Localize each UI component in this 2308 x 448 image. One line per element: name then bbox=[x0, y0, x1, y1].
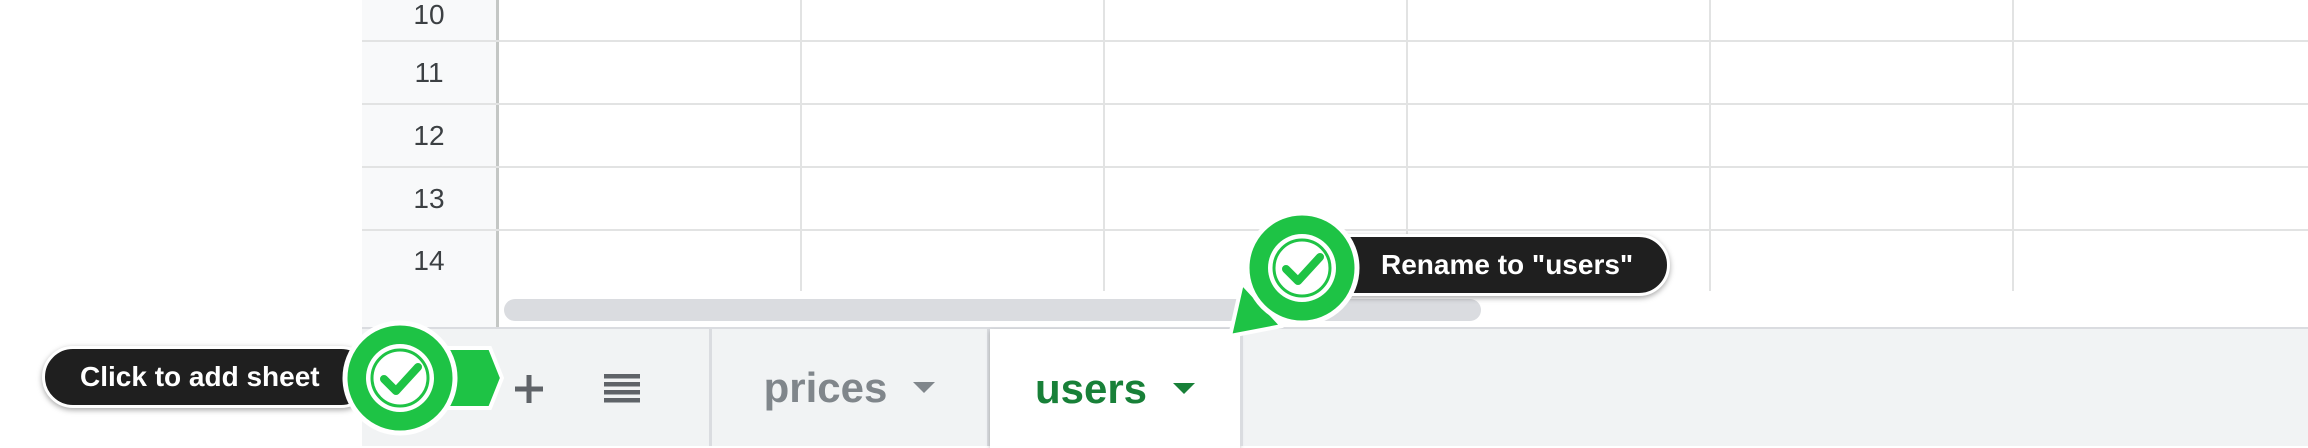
cell[interactable] bbox=[802, 231, 1105, 291]
cell[interactable] bbox=[2014, 105, 2308, 166]
sheet-list-icon bbox=[604, 374, 640, 403]
checkmark-icon bbox=[1228, 210, 1360, 338]
sheet-tab-prices[interactable]: prices bbox=[712, 329, 987, 446]
checkmark-icon bbox=[342, 320, 505, 436]
sheet-tab-bar: prices users bbox=[362, 327, 2308, 448]
plus-icon bbox=[515, 375, 543, 403]
annotation-text: Click to add sheet bbox=[80, 361, 320, 392]
cell[interactable] bbox=[802, 0, 1105, 40]
cell[interactable] bbox=[802, 168, 1105, 229]
cell[interactable] bbox=[1711, 42, 2014, 103]
cell[interactable] bbox=[499, 168, 802, 229]
row-header[interactable]: 11 bbox=[362, 42, 499, 103]
cell[interactable] bbox=[499, 0, 802, 40]
tab-divider bbox=[1240, 329, 1243, 446]
cell[interactable] bbox=[1408, 42, 1711, 103]
grid-row: 11 bbox=[362, 42, 2308, 105]
cell[interactable] bbox=[802, 42, 1105, 103]
cell[interactable] bbox=[499, 105, 802, 166]
cell[interactable] bbox=[2014, 231, 2308, 291]
grid-row: 12 bbox=[362, 105, 2308, 168]
cell[interactable] bbox=[1408, 105, 1711, 166]
row-header[interactable]: 10 bbox=[362, 0, 499, 40]
cell[interactable] bbox=[2014, 168, 2308, 229]
sheet-tab-users[interactable]: users bbox=[990, 329, 1240, 448]
cell[interactable] bbox=[1105, 0, 1408, 40]
sheet-tab-label: prices bbox=[763, 363, 888, 411]
cell[interactable] bbox=[802, 105, 1105, 166]
row-header[interactable]: 12 bbox=[362, 105, 499, 166]
cell[interactable] bbox=[1105, 42, 1408, 103]
cell[interactable] bbox=[499, 231, 802, 291]
all-sheets-button[interactable] bbox=[592, 359, 652, 419]
cell[interactable] bbox=[499, 42, 802, 103]
cell[interactable] bbox=[2014, 42, 2308, 103]
cell[interactable] bbox=[1711, 168, 2014, 229]
chevron-down-icon[interactable] bbox=[1173, 383, 1196, 394]
annotation-text: Rename to "users" bbox=[1381, 249, 1634, 280]
sheet-tab-label: users bbox=[1034, 364, 1148, 412]
row-header[interactable]: 13 bbox=[362, 168, 499, 229]
cell[interactable] bbox=[1408, 0, 1711, 40]
cell[interactable] bbox=[1408, 168, 1711, 229]
add-sheet-button[interactable] bbox=[499, 359, 559, 419]
cell[interactable] bbox=[1711, 105, 2014, 166]
cell[interactable] bbox=[1105, 105, 1408, 166]
grid-row: 10 bbox=[362, 0, 2308, 42]
chevron-down-icon[interactable] bbox=[913, 382, 936, 393]
cell[interactable] bbox=[1711, 0, 2014, 40]
cell[interactable] bbox=[1711, 231, 2014, 291]
cell[interactable] bbox=[2014, 0, 2308, 40]
add-sheet-annotation-label: Click to add sheet bbox=[42, 346, 372, 408]
row-header[interactable]: 14 bbox=[362, 231, 499, 291]
